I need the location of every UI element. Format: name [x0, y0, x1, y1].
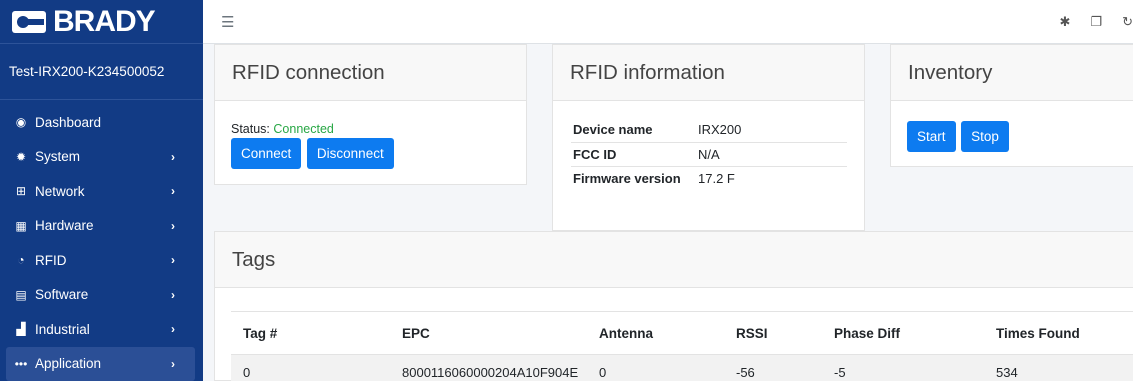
- sidebar: BRADY Test-IRX200-K234500052 ◉ Dashboard…: [0, 0, 203, 381]
- sidebar-item-system[interactable]: ✹ System ›: [0, 140, 195, 175]
- inventory-card: Inventory Start Stop: [890, 44, 1133, 167]
- sidebar-item-label: Dashboard: [35, 114, 102, 130]
- status-value: Connected: [273, 122, 334, 136]
- disconnect-button[interactable]: Disconnect: [306, 138, 394, 169]
- chevron-right-icon: ›: [171, 218, 175, 233]
- brand-name: BRADY: [53, 4, 156, 38]
- sidebar-item-application[interactable]: ••• Application ›: [6, 346, 195, 381]
- chevron-right-icon: ›: [171, 253, 175, 268]
- sidebar-item-label: Software: [35, 287, 89, 303]
- table-row[interactable]: 0 8000116060000204A10F904E 0 -56 -5 534: [231, 354, 1133, 381]
- sidebar-item-label: Hardware: [35, 218, 94, 234]
- chevron-right-icon: ›: [171, 184, 175, 199]
- sidebar-item-hardware[interactable]: ▦ Hardware ›: [0, 209, 195, 244]
- gear-icon: ✹: [15, 149, 27, 164]
- info-value: 17.2 F: [698, 165, 847, 190]
- brady-logo-icon: [12, 10, 46, 33]
- refresh-icon[interactable]: ↻: [1122, 14, 1133, 30]
- sidebar-item-label: Industrial: [35, 321, 90, 337]
- dashboard-icon: ◉: [15, 115, 27, 130]
- table-cell: 534: [984, 354, 1133, 381]
- chip-icon: ▦: [15, 218, 27, 233]
- column-header[interactable]: Antenna: [587, 311, 724, 355]
- status-label: Status:: [231, 122, 270, 136]
- connection-status: Status: Connected: [231, 122, 334, 136]
- sidebar-item-software[interactable]: ▤ Software ›: [0, 278, 195, 313]
- sidebar-item-label: Application: [35, 356, 102, 372]
- device-name: Test-IRX200-K234500052: [0, 44, 203, 100]
- info-value: N/A: [698, 141, 847, 166]
- bug-icon[interactable]: ✱: [1060, 14, 1071, 30]
- chevron-right-icon: ›: [171, 149, 175, 164]
- tags-card: Tags Tag # EPC Antenna RSSI Phase Diff T…: [214, 231, 1133, 381]
- top-icons: ✱ ❐ ↻: [1060, 14, 1133, 30]
- table-cell: -5: [822, 354, 984, 381]
- card-title: RFID information: [553, 45, 864, 101]
- sidebar-item-network[interactable]: ⊞ Network ›: [0, 174, 195, 209]
- table-cell: 0: [231, 354, 390, 381]
- top-navbar: ☰ ✱ ❐ ↻: [203, 0, 1133, 44]
- connect-button[interactable]: Connect: [231, 138, 302, 169]
- column-header[interactable]: Phase Diff: [822, 311, 984, 355]
- table-cell: 0: [587, 354, 724, 381]
- sidebar-item-rfid[interactable]: ◔ RFID ›: [0, 243, 195, 278]
- start-button[interactable]: Start: [907, 121, 956, 152]
- column-header[interactable]: Times Found: [984, 311, 1133, 355]
- rfid-connection-card: RFID connection Status: Connected Connec…: [214, 44, 527, 185]
- hamburger-menu-icon[interactable]: ☰: [221, 13, 234, 31]
- tags-table: Tag # EPC Antenna RSSI Phase Diff Times …: [231, 311, 1133, 381]
- connection-buttons: Connect Disconnect: [231, 138, 396, 169]
- sidebar-item-label: Network: [35, 183, 85, 199]
- chevron-right-icon: ›: [171, 356, 175, 371]
- card-title: Tags: [215, 232, 1133, 288]
- sidebar-nav: ◉ Dashboard ✹ System › ⊞ Network › ▦ Har…: [0, 100, 203, 381]
- column-header[interactable]: EPC: [390, 311, 587, 355]
- copy-icon[interactable]: ❐: [1090, 14, 1102, 30]
- rfid-icon: ◔: [17, 253, 25, 268]
- info-key: FCC ID: [571, 141, 698, 166]
- info-key: Firmware version: [571, 165, 698, 190]
- network-icon: ⊞: [15, 184, 27, 199]
- info-row: FCC ID N/A: [571, 141, 847, 166]
- stop-button[interactable]: Stop: [961, 121, 1009, 152]
- brand-logo[interactable]: BRADY: [0, 0, 203, 44]
- grid-icon: ▤: [15, 287, 27, 302]
- chevron-right-icon: ›: [171, 322, 175, 337]
- column-header[interactable]: RSSI: [724, 311, 822, 355]
- info-row: Firmware version 17.2 F: [571, 165, 847, 190]
- column-header[interactable]: Tag #: [231, 311, 390, 355]
- dots-icon: •••: [14, 356, 28, 371]
- info-value: IRX200: [698, 122, 742, 138]
- info-key: Device name: [573, 122, 653, 138]
- sidebar-item-industrial[interactable]: ▟ Industrial ›: [0, 312, 195, 347]
- card-title: Inventory: [891, 45, 1133, 101]
- sidebar-item-dashboard[interactable]: ◉ Dashboard: [0, 105, 195, 140]
- table-cell: 8000116060000204A10F904E: [390, 354, 587, 381]
- info-row: Device name IRX200: [571, 118, 847, 142]
- sidebar-item-label: System: [35, 149, 81, 165]
- industry-icon: ▟: [16, 322, 26, 337]
- rfid-information-card: RFID information Device name IRX200 FCC …: [552, 44, 865, 231]
- inventory-buttons: Start Stop: [907, 121, 1011, 152]
- table-cell: -56: [724, 354, 822, 381]
- sidebar-item-label: RFID: [35, 252, 67, 268]
- table-header-row: Tag # EPC Antenna RSSI Phase Diff Times …: [231, 311, 1133, 355]
- info-table: Device name IRX200 FCC ID N/A Firmware v…: [571, 118, 847, 190]
- chevron-right-icon: ›: [171, 287, 175, 302]
- card-title: RFID connection: [215, 45, 526, 101]
